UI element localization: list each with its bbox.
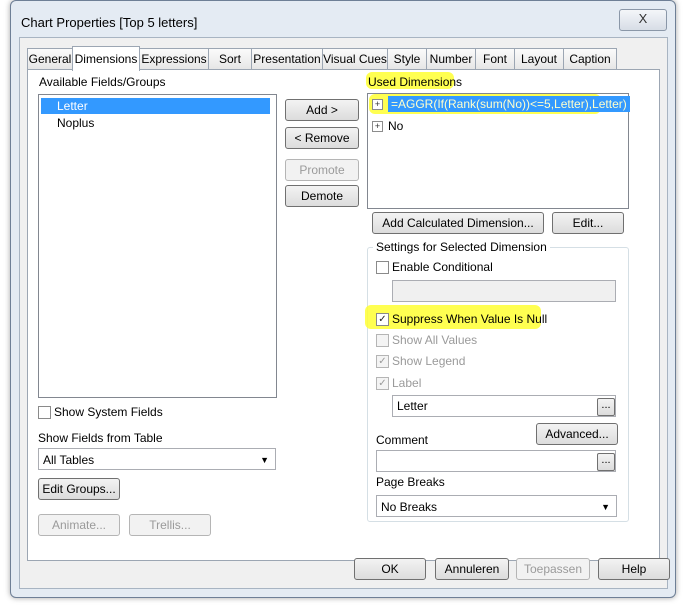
show-legend-checkbox[interactable]: ✓ (376, 355, 389, 368)
edit-button[interactable]: Edit... (552, 212, 624, 234)
used-dimensions-list[interactable]: + =AGGR(If(Rank(sum(No))<=5,Letter),Lette… (367, 93, 630, 209)
expand-icon[interactable]: + (372, 121, 383, 133)
label-ellipsis-button[interactable]: ... (597, 398, 615, 416)
suppress-null-checkbox[interactable]: ✓ (376, 313, 389, 326)
edit-groups-button[interactable]: Edit Groups... (38, 478, 120, 500)
show-system-fields-checkbox[interactable] (38, 406, 51, 419)
animate-button[interactable]: Animate... (38, 514, 120, 536)
tab-presentation[interactable]: Presentation (251, 48, 323, 69)
label-checkbox[interactable]: ✓ (376, 377, 389, 390)
tab-general[interactable]: General (27, 48, 73, 69)
comment-label: Comment (376, 433, 429, 447)
add-calculated-dimension-button[interactable]: Add Calculated Dimension... (372, 212, 544, 234)
tab-layout[interactable]: Layout (514, 48, 564, 69)
tab-sort[interactable]: Sort (208, 48, 252, 69)
tab-expressions[interactable]: Expressions (139, 48, 209, 69)
label-input[interactable]: Letter (392, 395, 616, 417)
enable-conditional-label: Enable Conditional (392, 260, 493, 274)
dialog-client: General Dimensions Expressions Sort Pres… (19, 37, 670, 589)
tab-dimensions[interactable]: Dimensions (72, 46, 140, 71)
show-fields-from-table-label: Show Fields from Table (38, 431, 163, 445)
tree-item[interactable]: + No (372, 119, 403, 133)
dialog-title: Chart Properties [Top 5 letters] (21, 15, 198, 30)
comment-ellipsis-button[interactable]: ... (597, 453, 615, 471)
tab-number[interactable]: Number (426, 48, 476, 69)
show-system-fields-label: Show System Fields (54, 405, 163, 419)
trellis-button[interactable]: Trellis... (129, 514, 211, 536)
table-select[interactable]: All Tables ▼ (38, 448, 276, 470)
used-dimension-label: No (388, 119, 404, 133)
condition-input[interactable] (392, 280, 616, 302)
available-fields-list[interactable]: Letter Noplus (38, 94, 277, 398)
enable-conditional-checkbox[interactable] (376, 261, 389, 274)
list-item[interactable]: Noplus (41, 115, 270, 131)
demote-button[interactable]: Demote (285, 185, 359, 207)
tab-font[interactable]: Font (475, 48, 515, 69)
suppress-null-label: Suppress When Value Is Null (392, 312, 548, 326)
expand-icon[interactable]: + (372, 99, 383, 111)
promote-button[interactable]: Promote (285, 159, 359, 181)
tab-caption[interactable]: Caption (563, 48, 617, 69)
list-item[interactable]: Letter (41, 98, 270, 114)
ok-button[interactable]: OK (354, 558, 426, 580)
title-bar: Chart Properties [Top 5 letters] X (11, 1, 675, 37)
used-dimension-expression: =AGGR(If(Rank(sum(No))<=5,Letter),Letter… (388, 96, 630, 112)
dimensions-panel: Available Fields/Groups Letter Noplus Sh… (27, 69, 660, 561)
chevron-down-icon: ▼ (260, 455, 269, 465)
page-breaks-select[interactable]: No Breaks ▼ (376, 495, 617, 517)
chevron-down-icon: ▼ (601, 502, 610, 512)
settings-title: Settings for Selected Dimension (373, 240, 550, 254)
tab-style[interactable]: Style (387, 48, 427, 69)
page-breaks-label: Page Breaks (376, 475, 445, 489)
add-button[interactable]: Add > (285, 99, 359, 121)
show-legend-label: Show Legend (392, 354, 466, 368)
tree-item[interactable]: + =AGGR(If(Rank(sum(No))<=5,Letter),Lette… (372, 96, 630, 112)
cancel-button[interactable]: Annuleren (435, 558, 509, 580)
used-dimensions-header: Used Dimensions (368, 75, 463, 89)
close-button[interactable]: X (619, 9, 667, 31)
comment-input[interactable] (376, 450, 616, 472)
available-fields-header: Available Fields/Groups (39, 75, 166, 89)
help-button[interactable]: Help (598, 558, 670, 580)
tab-visual-cues[interactable]: Visual Cues (322, 48, 388, 69)
label-label: Label (392, 376, 422, 390)
chart-properties-dialog: Chart Properties [Top 5 letters] X Gener… (10, 0, 676, 598)
page-breaks-value: No Breaks (381, 500, 438, 514)
apply-button[interactable]: Toepassen (516, 558, 590, 580)
label-input-value: Letter (397, 399, 428, 413)
show-all-values-checkbox[interactable] (376, 334, 389, 347)
remove-button[interactable]: < Remove (285, 127, 359, 149)
show-all-values-label: Show All Values (392, 333, 478, 347)
table-select-value: All Tables (43, 453, 95, 467)
advanced-button[interactable]: Advanced... (536, 423, 618, 445)
